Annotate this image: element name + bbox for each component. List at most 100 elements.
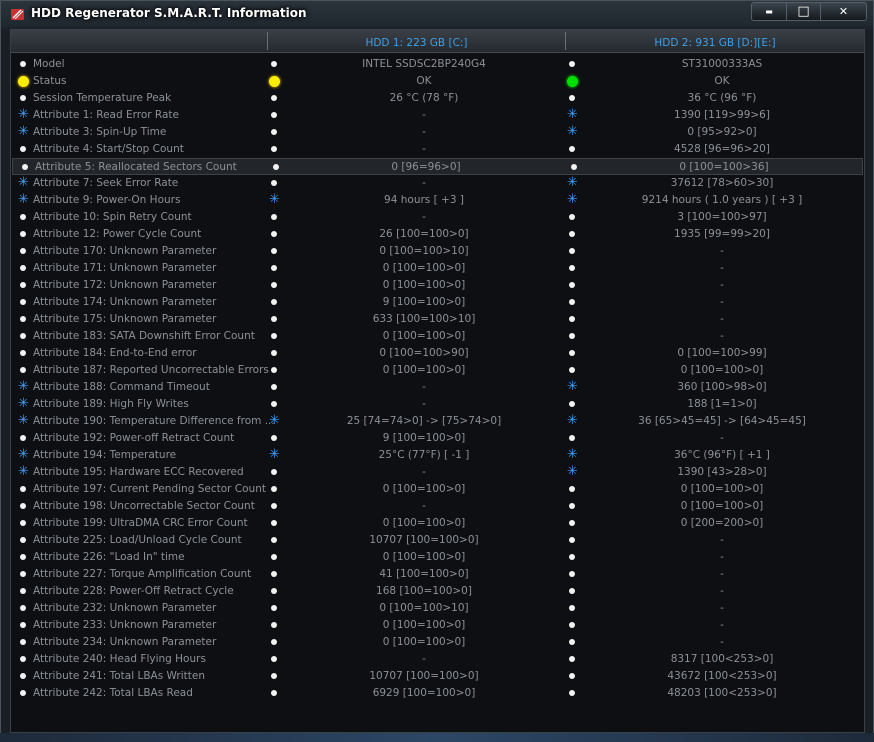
table-row[interactable]: ✳ Attribute 7: Seek Error Rate - ✳ 37612 [78… bbox=[11, 175, 864, 192]
table-row[interactable]: Session Temperature Peak 26 °C (78 °F) 36 … bbox=[11, 90, 864, 107]
status-dot-icon bbox=[271, 282, 277, 288]
status-dot-icon bbox=[271, 486, 277, 492]
hdd1-value: - bbox=[422, 109, 426, 121]
attribute-label: Attribute 172: Unknown Parameter bbox=[33, 279, 217, 291]
attribute-label: Attribute 195: Hardware ECC Recovered bbox=[33, 466, 244, 478]
status-dot-icon bbox=[569, 214, 575, 220]
attribute-label: Attribute 225: Load/Unload Cycle Count bbox=[33, 534, 242, 546]
status-dot-icon bbox=[271, 605, 277, 611]
hdd2-value: 0 [100=100>0] bbox=[680, 364, 764, 376]
table-row[interactable]: ✳ Attribute 9: Power-On Hours ✳ 94 hours [ … bbox=[11, 192, 864, 209]
hdd1-value: 41 [100=100>0] bbox=[379, 568, 469, 580]
table-row[interactable]: Attribute 233: Unknown Parameter 0 [100=1… bbox=[11, 617, 864, 634]
hdd2-value: - bbox=[720, 534, 724, 546]
status-dot-icon bbox=[271, 690, 277, 696]
table-row[interactable]: Attribute 197: Current Pending Sector Co… bbox=[11, 481, 864, 498]
table-row[interactable]: Attribute 10: Spin Retry Count - 3 [100=10… bbox=[11, 209, 864, 226]
table-row[interactable]: Status OK OK bbox=[11, 73, 864, 90]
table-row[interactable]: Attribute 12: Power Cycle Count 26 [100=1… bbox=[11, 226, 864, 243]
attribute-label: Attribute 240: Head Flying Hours bbox=[33, 653, 206, 665]
status-dot-icon bbox=[271, 520, 277, 526]
attribute-label: Attribute 234: Unknown Parameter bbox=[33, 636, 217, 648]
status-dot-icon bbox=[571, 164, 577, 170]
table-row[interactable]: Attribute 199: UltraDMA CRC Error Count 0… bbox=[11, 515, 864, 532]
maximize-button[interactable]: □ bbox=[786, 3, 820, 20]
star-icon: ✳ bbox=[269, 447, 280, 462]
star-icon: ✳ bbox=[269, 413, 280, 428]
table-row[interactable]: Attribute 198: Uncorrectable Sector Coun… bbox=[11, 498, 864, 515]
table-row[interactable]: Attribute 226: "Load In" time 0 [100=100>… bbox=[11, 549, 864, 566]
column-header-attribute[interactable] bbox=[11, 30, 267, 52]
hdd1-value: 6929 [100=100>0] bbox=[372, 687, 476, 699]
table-row[interactable]: Attribute 5: Reallocated Sectors Count 0 … bbox=[12, 158, 863, 175]
hdd1-value: 10707 [100=100>0] bbox=[369, 534, 479, 546]
table-row[interactable]: Attribute 171: Unknown Parameter 0 [100=1… bbox=[11, 260, 864, 277]
table-row[interactable]: Attribute 174: Unknown Parameter 9 [100=1… bbox=[11, 294, 864, 311]
status-dot-icon bbox=[271, 571, 277, 577]
table-row[interactable]: Attribute 241: Total LBAs Written 10707 [… bbox=[11, 668, 864, 685]
status-dot-icon bbox=[271, 61, 277, 67]
minimize-button[interactable]: ▬ bbox=[752, 3, 786, 20]
attribute-label: Attribute 199: UltraDMA CRC Error Count bbox=[33, 517, 248, 529]
table-row[interactable]: ✳ Attribute 189: High Fly Writes - 188 [1=1… bbox=[11, 396, 864, 413]
attribute-label: Attribute 226: "Load In" time bbox=[33, 551, 185, 563]
status-dot-icon bbox=[271, 401, 277, 407]
hdd2-value: - bbox=[720, 432, 724, 444]
hdd1-value: 0 [100=100>0] bbox=[382, 619, 466, 631]
table-row[interactable]: ✳ Attribute 190: Temperature Difference f… bbox=[11, 413, 864, 430]
table-row[interactable]: Attribute 183: SATA Downshift Error Coun… bbox=[11, 328, 864, 345]
close-button[interactable]: ✕ bbox=[820, 3, 866, 20]
hdd1-value: 0 [96=96>0] bbox=[391, 161, 461, 173]
table-row[interactable]: Attribute 227: Torque Amplification Coun… bbox=[11, 566, 864, 583]
table-row[interactable]: Attribute 234: Unknown Parameter 0 [100=1… bbox=[11, 634, 864, 651]
table-row[interactable]: ✳ Attribute 1: Read Error Rate - ✳ 1390 [119… bbox=[11, 107, 864, 124]
table-row[interactable]: Attribute 232: Unknown Parameter 0 [100=1… bbox=[11, 600, 864, 617]
table-row[interactable]: Attribute 175: Unknown Parameter 633 [100… bbox=[11, 311, 864, 328]
table-row[interactable]: Attribute 192: Power-off Retract Count 9 … bbox=[11, 430, 864, 447]
attribute-label: Attribute 197: Current Pending Sector Co… bbox=[33, 483, 266, 495]
table-row[interactable]: Attribute 240: Head Flying Hours - 8317 [1… bbox=[11, 651, 864, 668]
table-row[interactable]: Model INTEL SSDSC2BP240G4 ST31000333AS bbox=[11, 56, 864, 73]
table-row[interactable]: Attribute 187: Reported Uncorrectable Er… bbox=[11, 362, 864, 379]
status-dot-icon bbox=[20, 503, 26, 509]
hdd1-value: 0 [100=100>0] bbox=[382, 262, 466, 274]
hdd2-value: ST31000333AS bbox=[681, 58, 763, 70]
table-row[interactable]: Attribute 4: Start/Stop Count - 4528 [96=9… bbox=[11, 141, 864, 158]
status-dot-icon bbox=[569, 282, 575, 288]
taskbar-strip bbox=[0, 733, 874, 742]
column-header-hdd2[interactable]: HDD 2: 931 GB [D:][E:] bbox=[566, 30, 864, 52]
status-dot-icon bbox=[569, 248, 575, 254]
hdd1-value: 25°C (77°F) [ -1 ] bbox=[378, 449, 470, 461]
attribute-label: Attribute 171: Unknown Parameter bbox=[33, 262, 217, 274]
hdd2-value: 4528 [96=96>20] bbox=[674, 143, 770, 155]
star-icon: ✳ bbox=[567, 379, 578, 394]
title-bar[interactable]: HDD Regenerator S.M.A.R.T. Information ▬… bbox=[1, 1, 873, 28]
status-dot-icon bbox=[569, 673, 575, 679]
status-dot-icon bbox=[271, 367, 277, 373]
table-row[interactable]: Attribute 228: Power-Off Retract Cycle 16… bbox=[11, 583, 864, 600]
star-icon: ✳ bbox=[18, 192, 29, 207]
table-row[interactable]: Attribute 184: End-to-End error 0 [100=10… bbox=[11, 345, 864, 362]
table-row[interactable]: ✳ Attribute 195: Hardware ECC Recovered - ✳… bbox=[11, 464, 864, 481]
table-row[interactable]: Attribute 170: Unknown Parameter 0 [100=1… bbox=[11, 243, 864, 260]
table-row[interactable]: ✳ Attribute 194: Temperature ✳ 25°C (77°F) … bbox=[11, 447, 864, 464]
status-dot-icon bbox=[271, 299, 277, 305]
status-ok-icon bbox=[567, 76, 578, 87]
hdd1-value: 25 [74=74>0] -> [75>74>0] bbox=[346, 415, 502, 427]
column-header-hdd1[interactable]: HDD 1: 223 GB [C:] bbox=[268, 30, 565, 52]
status-dot-icon bbox=[569, 401, 575, 407]
status-dot-icon bbox=[271, 95, 277, 101]
table-row[interactable]: ✳ Attribute 188: Command Timeout - ✳ 360 [10… bbox=[11, 379, 864, 396]
status-dot-icon bbox=[271, 503, 277, 509]
smart-table: HDD 1: 223 GB [C:] HDD 2: 931 GB [D:][E:… bbox=[10, 29, 865, 733]
hdd2-value: - bbox=[720, 245, 724, 257]
status-dot-icon bbox=[20, 146, 26, 152]
table-row[interactable]: Attribute 225: Load/Unload Cycle Count 10… bbox=[11, 532, 864, 549]
status-dot-icon bbox=[569, 299, 575, 305]
status-dot-icon bbox=[569, 146, 575, 152]
hdd1-value: 0 [100=100>0] bbox=[382, 330, 466, 342]
table-row[interactable]: ✳ Attribute 3: Spin-Up Time - ✳ 0 [95>92>0] bbox=[11, 124, 864, 141]
status-dot-icon bbox=[20, 622, 26, 628]
table-row[interactable]: Attribute 242: Total LBAs Read 6929 [100=… bbox=[11, 685, 864, 702]
table-row[interactable]: Attribute 172: Unknown Parameter 0 [100=1… bbox=[11, 277, 864, 294]
